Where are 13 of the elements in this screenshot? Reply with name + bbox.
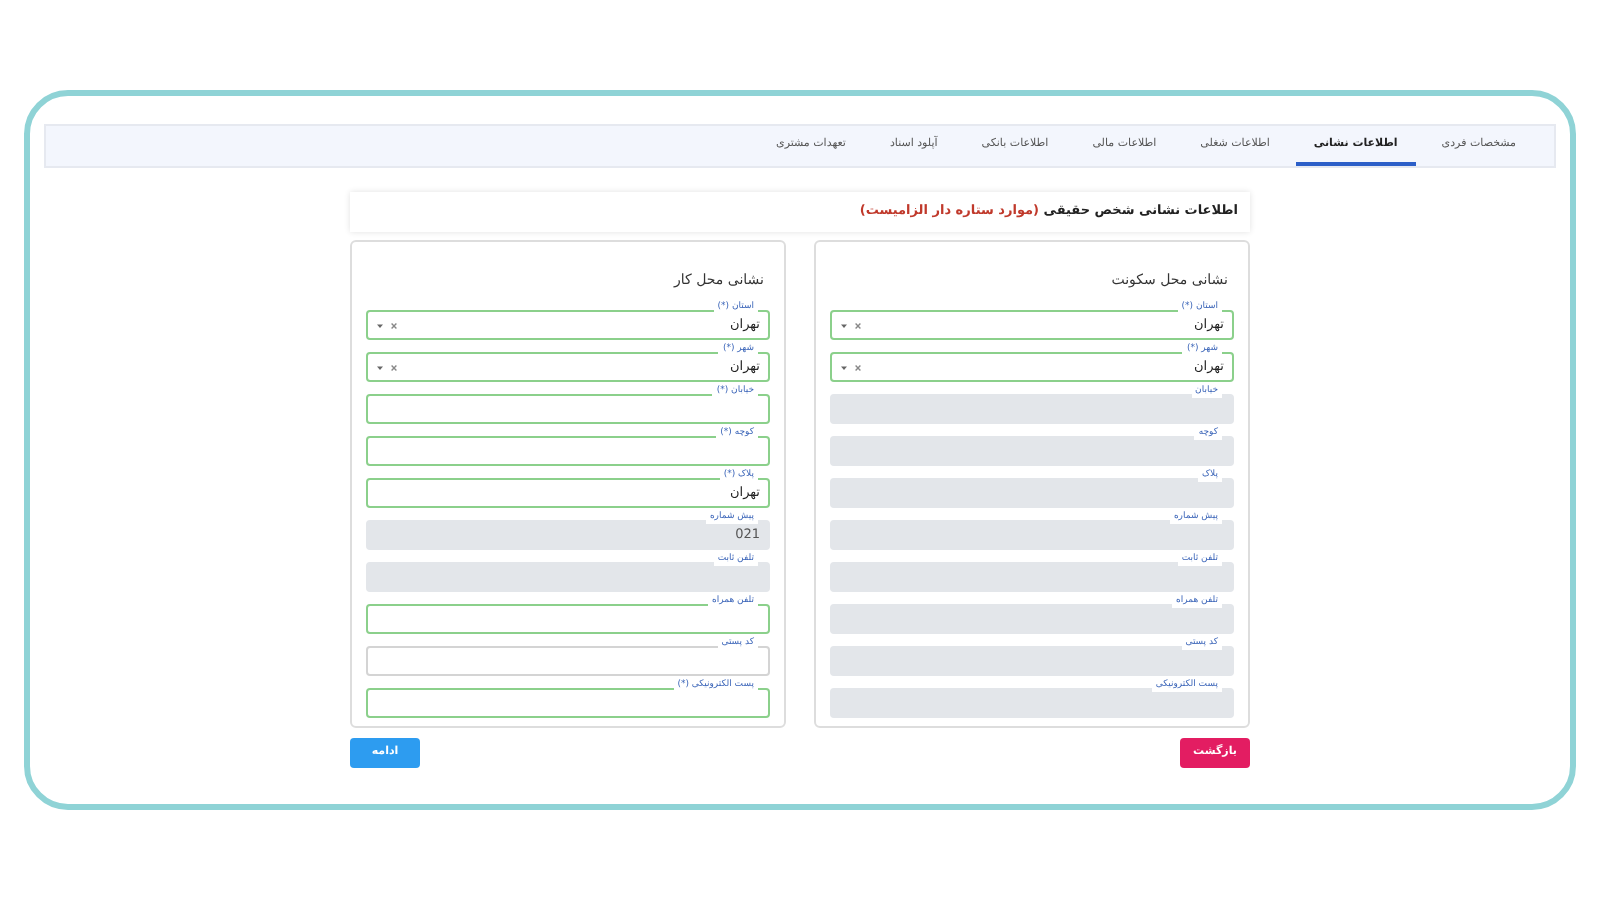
clear-icon[interactable] <box>390 363 398 371</box>
input-field[interactable] <box>366 604 770 634</box>
clear-icon[interactable] <box>854 321 862 329</box>
caret-icon[interactable] <box>840 321 848 329</box>
clear-icon[interactable] <box>390 321 398 329</box>
clear-icon[interactable] <box>854 363 862 371</box>
caret-icon[interactable] <box>376 363 384 371</box>
input-field[interactable] <box>366 646 770 676</box>
input-field[interactable] <box>366 688 770 718</box>
input-field[interactable] <box>366 436 770 466</box>
caret-icon[interactable] <box>840 363 848 371</box>
caret-icon[interactable] <box>376 321 384 329</box>
input-field[interactable] <box>366 394 770 424</box>
